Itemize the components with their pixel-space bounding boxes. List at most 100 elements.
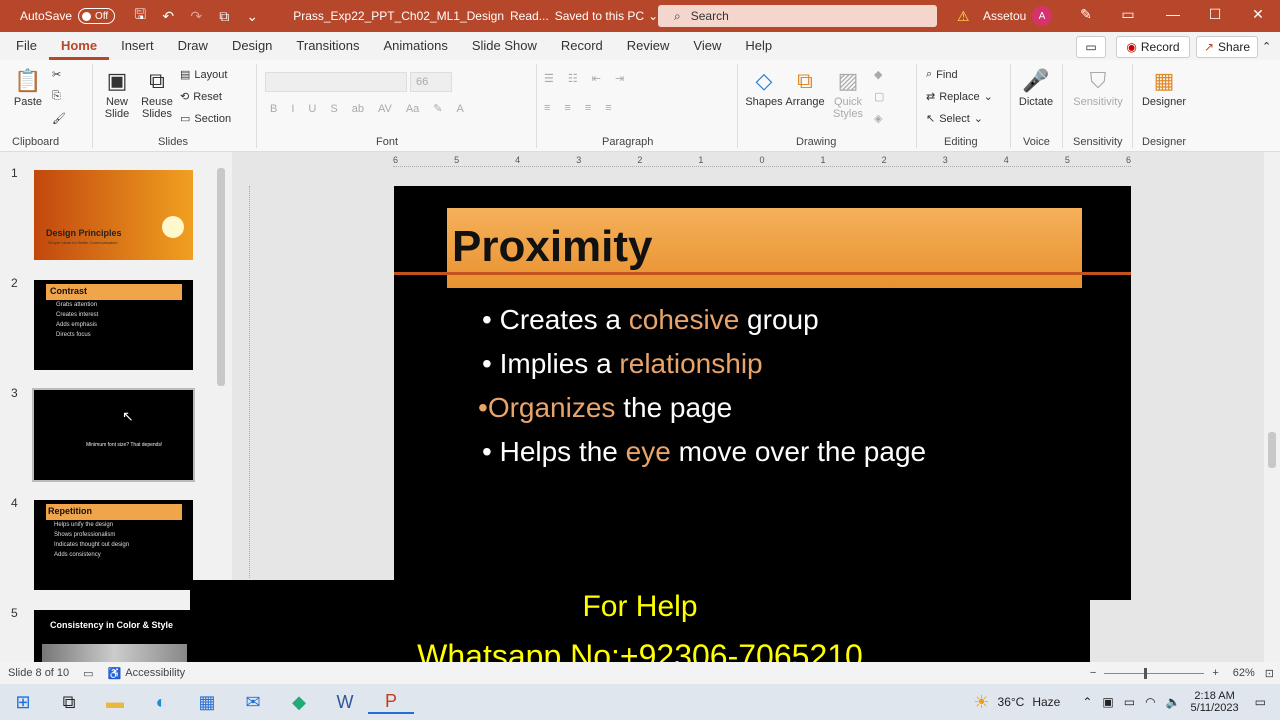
slide-body[interactable]: • Creates a cohesive group • Implies a r… — [478, 298, 926, 474]
scrollbar-thumb[interactable] — [217, 168, 225, 386]
sensitivity-button[interactable]: ⛉ Sensitivity — [1068, 68, 1128, 108]
store-icon[interactable]: ▦ — [184, 692, 230, 713]
weather-desc[interactable]: Haze — [1032, 695, 1060, 709]
zoom-in-icon[interactable]: + — [1212, 667, 1218, 679]
volume-icon[interactable]: 🔈 — [1166, 695, 1181, 709]
align-left-icon[interactable]: ≡ — [544, 102, 550, 114]
shape-outline-icon[interactable]: ▢ — [874, 90, 884, 103]
align-center-icon[interactable]: ≡ — [564, 102, 570, 114]
tab-view[interactable]: View — [681, 32, 733, 60]
save-icon[interactable]: 🖫 — [129, 4, 151, 28]
notification-icon[interactable]: ▭ — [1255, 695, 1266, 709]
edge-icon[interactable]: ◐ — [138, 692, 184, 713]
tab-record[interactable]: Record — [549, 32, 615, 60]
ribbon-display-icon[interactable]: ▭ — [1118, 6, 1138, 23]
zoom-level[interactable]: 62% — [1233, 667, 1255, 679]
outdent-icon[interactable]: ⇥ — [615, 72, 624, 85]
reset-button[interactable]: ⟲ Reset — [180, 90, 222, 104]
tab-file[interactable]: File — [4, 32, 49, 60]
zoom-out-icon[interactable]: − — [1090, 667, 1096, 679]
spacing-icon[interactable]: AV — [378, 103, 392, 115]
format-painter-icon[interactable]: 🖌 — [52, 112, 66, 125]
font-color-icon[interactable]: A — [457, 103, 464, 115]
numbering-icon[interactable]: ☷ — [568, 72, 578, 85]
cut-icon[interactable]: ✂ — [52, 68, 61, 81]
tab-design[interactable]: Design — [220, 32, 284, 60]
slide-thumbnail-4[interactable]: Repetition Helps unify the design Shows … — [34, 500, 193, 590]
new-slide-button[interactable]: ▣ New Slide — [98, 68, 136, 120]
reuse-slides-button[interactable]: ⧉ Reuse Slides — [138, 68, 176, 120]
record-button[interactable]: ◉ Record — [1116, 36, 1190, 58]
underline-icon[interactable]: U — [308, 103, 316, 115]
align-right-icon[interactable]: ≡ — [585, 102, 591, 114]
wifi-icon[interactable]: ◠ — [1145, 695, 1155, 709]
tray-icon[interactable]: ▣ — [1102, 695, 1113, 709]
slide-thumbnail-1[interactable]: Design Principles Simple Ideas for Bette… — [34, 170, 193, 260]
accessibility-status[interactable]: Accessibility — [125, 667, 185, 679]
dictate-button[interactable]: 🎤 Dictate — [1016, 68, 1056, 108]
find-button[interactable]: ⌕ Find — [926, 68, 958, 81]
search-box[interactable]: ⌕ Search — [658, 5, 937, 27]
italic-icon[interactable]: I — [291, 103, 294, 115]
slide-thumbnail-2[interactable]: Contrast Grabs attention Creates interes… — [34, 280, 193, 370]
clock[interactable]: 2:18 AM 5/11/2023 — [1191, 690, 1239, 714]
warning-icon[interactable]: ⚠ — [957, 8, 970, 25]
windows-start-icon[interactable]: ⊞ — [0, 692, 46, 713]
change-case-icon[interactable]: Aa — [406, 103, 419, 115]
tab-help[interactable]: Help — [733, 32, 784, 60]
tray-chevron-icon[interactable]: ⌃ — [1082, 695, 1092, 709]
right-scrollbar[interactable] — [1264, 152, 1280, 662]
task-view-icon[interactable]: ⧉ — [46, 692, 92, 713]
current-slide[interactable]: Proximity • Creates a cohesive group • I… — [394, 186, 1131, 600]
tab-insert[interactable]: Insert — [109, 32, 166, 60]
scrollbar-thumb[interactable] — [1268, 432, 1276, 468]
zoom-slider[interactable] — [1104, 667, 1205, 679]
font-size-box[interactable]: 66 — [410, 72, 452, 92]
zoom-slider-thumb[interactable] — [1144, 667, 1148, 679]
close-icon[interactable]: ✕ — [1248, 6, 1268, 23]
replace-button[interactable]: ⇄ Replace ⌄ — [926, 90, 993, 104]
paste-button[interactable]: 📋 Paste — [10, 68, 46, 108]
comments-button[interactable]: ▭ — [1076, 36, 1106, 58]
thumbnail-scrollbar[interactable] — [214, 154, 228, 579]
tab-slide-show[interactable]: Slide Show — [460, 32, 549, 60]
quick-styles-button[interactable]: ▨ Quick Styles — [828, 68, 868, 120]
bold-icon[interactable]: B — [270, 103, 277, 115]
tab-transitions[interactable]: Transitions — [284, 32, 371, 60]
notes-icon[interactable]: ▭ — [83, 667, 93, 680]
tab-draw[interactable]: Draw — [166, 32, 220, 60]
user-name[interactable]: Assetou — [983, 9, 1026, 23]
highlight-icon[interactable]: ✎ — [433, 102, 442, 115]
mail-icon[interactable]: ✉ — [230, 692, 276, 713]
shape-effects-icon[interactable]: ◈ — [874, 112, 882, 125]
tab-review[interactable]: Review — [615, 32, 682, 60]
fit-slide-icon[interactable]: ⊡ — [1265, 667, 1274, 680]
select-button[interactable]: ↖ Select ⌄ — [926, 112, 983, 126]
customize-qat-icon[interactable]: ⌄ — [241, 8, 263, 25]
font-name-box[interactable] — [265, 72, 407, 92]
slide-thumbnail-3[interactable]: Minimum font size? That depends! ↖ — [32, 388, 195, 482]
shape-fill-icon[interactable]: ◆ — [874, 68, 882, 81]
powerpoint-icon[interactable]: P — [368, 691, 414, 714]
app-icon[interactable]: ◆ — [276, 692, 322, 713]
pen-icon[interactable]: ✎ — [1076, 6, 1096, 23]
arrange-button[interactable]: ⧉ Arrange — [784, 68, 826, 108]
avatar[interactable]: A — [1032, 6, 1052, 26]
section-button[interactable]: ▭ Section — [180, 112, 231, 126]
weather-temp[interactable]: 36°C — [998, 695, 1025, 709]
justify-icon[interactable]: ≡ — [605, 102, 611, 114]
autosave-toggle[interactable]: Off — [78, 8, 116, 24]
indent-icon[interactable]: ⇤ — [592, 72, 601, 85]
share-button[interactable]: ↗ Share — [1196, 36, 1258, 58]
shapes-button[interactable]: ◇ Shapes — [744, 68, 784, 108]
maximize-icon[interactable]: ☐ — [1205, 6, 1225, 23]
word-icon[interactable]: W — [322, 692, 368, 713]
redo-icon[interactable]: ↷ — [185, 8, 207, 25]
copy-icon[interactable]: ⎘ — [52, 90, 61, 103]
undo-icon[interactable]: ↶ — [157, 8, 179, 25]
slide-title[interactable]: Proximity — [452, 222, 653, 272]
network-icon[interactable]: ▭ — [1124, 695, 1135, 709]
tab-home[interactable]: Home — [48, 32, 110, 60]
saved-status[interactable]: Saved to this PC — [555, 9, 644, 23]
designer-button[interactable]: ▦ Designer — [1138, 68, 1190, 108]
